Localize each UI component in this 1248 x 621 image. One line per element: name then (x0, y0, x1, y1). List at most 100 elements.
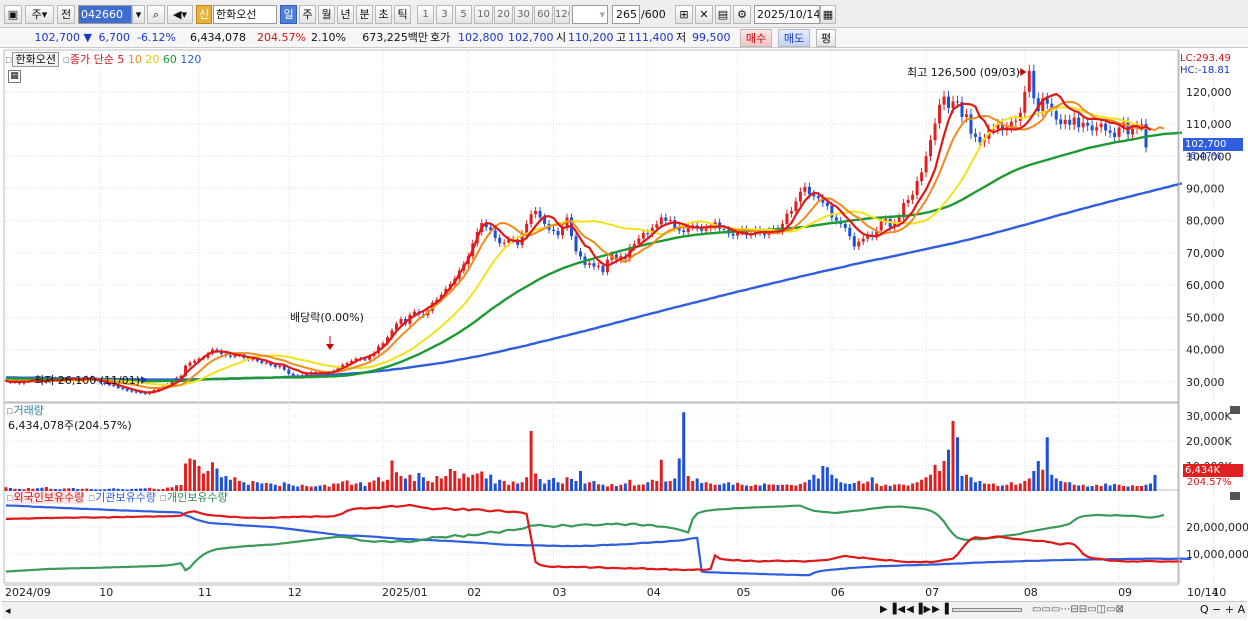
market-select[interactable]: 주▾ (25, 5, 54, 24)
volume-bar (282, 482, 286, 491)
volume-bar (1059, 481, 1063, 491)
volume-bar (709, 483, 713, 491)
volume-bar (695, 478, 699, 491)
volume-bar (1095, 484, 1099, 491)
holdings-panel-close[interactable] (1230, 492, 1240, 500)
holdings-tick-label: 20,000,000 (1186, 521, 1248, 534)
chart-canvas[interactable]: 120,000110,000100,00090,00080,00070,0006… (0, 48, 1248, 621)
interval-1[interactable]: 1 (417, 5, 434, 24)
date-input[interactable]: 2025/10/14 (754, 5, 820, 24)
interval-60[interactable]: 60 (534, 5, 553, 24)
volume-bar (754, 484, 758, 491)
volume-bar (911, 483, 915, 491)
candle-body (399, 319, 403, 324)
period-day[interactable]: 일 (280, 5, 297, 24)
volume-bar (861, 483, 865, 491)
candle-body (1104, 123, 1108, 131)
zoom-controls[interactable]: Q − + A (1200, 603, 1245, 616)
calendar-icon[interactable]: ▦ (820, 5, 836, 24)
volume-bar (722, 483, 726, 491)
volume-bar (893, 484, 897, 491)
volume-bar (614, 486, 618, 491)
volume-bar (291, 485, 295, 491)
candle-body (260, 360, 264, 363)
interval-3[interactable]: 3 (436, 5, 453, 24)
volume-readout: 6,434,078주(204.57%) (8, 419, 132, 432)
sound-icon[interactable]: ◀▾ (167, 5, 193, 24)
volume-bar (399, 476, 403, 491)
interval-20[interactable]: 20 (494, 5, 513, 24)
zoom-slider[interactable] (952, 608, 1022, 612)
crosshair-icon[interactable]: ✕ (695, 5, 713, 24)
volume-bar (408, 474, 412, 491)
navigation-buttons[interactable]: ▶▐◀◀▐▶▶▐ (880, 603, 950, 616)
candle-body (363, 359, 367, 361)
calculator-icon[interactable]: ▦ (8, 70, 21, 83)
volume-bar (516, 483, 520, 491)
code-input[interactable]: 042660 (78, 5, 132, 24)
volume-bar (498, 479, 502, 491)
volume-bar (287, 484, 291, 491)
candle-body (1018, 112, 1022, 121)
window-icon[interactable]: ▣ (4, 5, 22, 24)
candle-body (789, 211, 793, 214)
buy-button[interactable]: 매수 (740, 29, 772, 47)
save-icon[interactable]: ▤ (715, 5, 731, 24)
volume-bar (1099, 486, 1103, 491)
interval-120[interactable]: 120 (554, 5, 570, 24)
candle-body (1023, 91, 1027, 113)
volume-bar (480, 471, 484, 491)
candle-body (287, 369, 291, 374)
period-minute[interactable]: 분 (356, 5, 373, 24)
volume-bar (525, 477, 529, 491)
candle-body (1113, 132, 1117, 137)
search-icon[interactable]: ⌕ (147, 5, 165, 24)
period-month[interactable]: 월 (318, 5, 335, 24)
count-input[interactable]: 265 (612, 5, 640, 24)
volume-bar (237, 481, 241, 491)
volume-bar (323, 484, 327, 491)
scroll-bar[interactable]: ◂ ▶▐◀◀▐▶▶▐ ▭▭▭⋯⊟⊟▭◫▭⊠ Q − + A (2, 601, 1247, 619)
time-tick-label: 2024/09 (5, 586, 51, 599)
candle-body (193, 360, 197, 363)
volume-bar (1018, 483, 1022, 491)
candle-body (785, 213, 789, 224)
volume-bar (372, 480, 376, 491)
tool-icon[interactable]: ⊞ (675, 5, 693, 24)
scroll-left-icon[interactable]: ◂ (5, 604, 11, 617)
type-button[interactable]: 전 (57, 5, 75, 24)
volume-bar (668, 481, 672, 491)
volume-bar (296, 486, 300, 491)
candle-body (1086, 122, 1090, 126)
candle-body (534, 211, 538, 215)
stock-name-field[interactable]: 한화오선 (213, 5, 277, 24)
volume-panel-close[interactable] (1230, 406, 1240, 414)
volume-bar (300, 484, 304, 491)
candle-body (1095, 127, 1099, 131)
volume-bar (1000, 485, 1004, 491)
interval-10[interactable]: 10 (474, 5, 493, 24)
period-year[interactable]: 년 (337, 5, 354, 24)
avg-button[interactable]: 평 (816, 29, 836, 47)
interval-5[interactable]: 5 (455, 5, 472, 24)
candle-body (920, 172, 924, 182)
volume-bar (278, 486, 282, 491)
sell-button[interactable]: 매도 (778, 29, 810, 47)
volume-bar (1122, 486, 1126, 491)
volume-bar (264, 483, 268, 491)
interval-30[interactable]: 30 (514, 5, 533, 24)
period-tick[interactable]: 틱 (394, 5, 411, 24)
volume-bar (664, 481, 668, 491)
volume-bar (938, 471, 942, 491)
code-dropdown-icon[interactable]: ▾ (132, 5, 145, 24)
volume-bar (511, 481, 515, 491)
volume-bar (1072, 484, 1076, 491)
volume-bar (592, 481, 596, 491)
period-week[interactable]: 주 (299, 5, 316, 24)
quote-label: 호가 (430, 31, 451, 44)
gear-icon[interactable]: ⚙ (733, 5, 751, 24)
interval-dropdown[interactable]: ▾ (572, 5, 608, 24)
view-tools-icon[interactable]: ▭▭▭⋯⊟⊟▭◫▭⊠ (1032, 603, 1124, 616)
period-second[interactable]: 초 (375, 5, 392, 24)
volume-bar (385, 479, 389, 491)
